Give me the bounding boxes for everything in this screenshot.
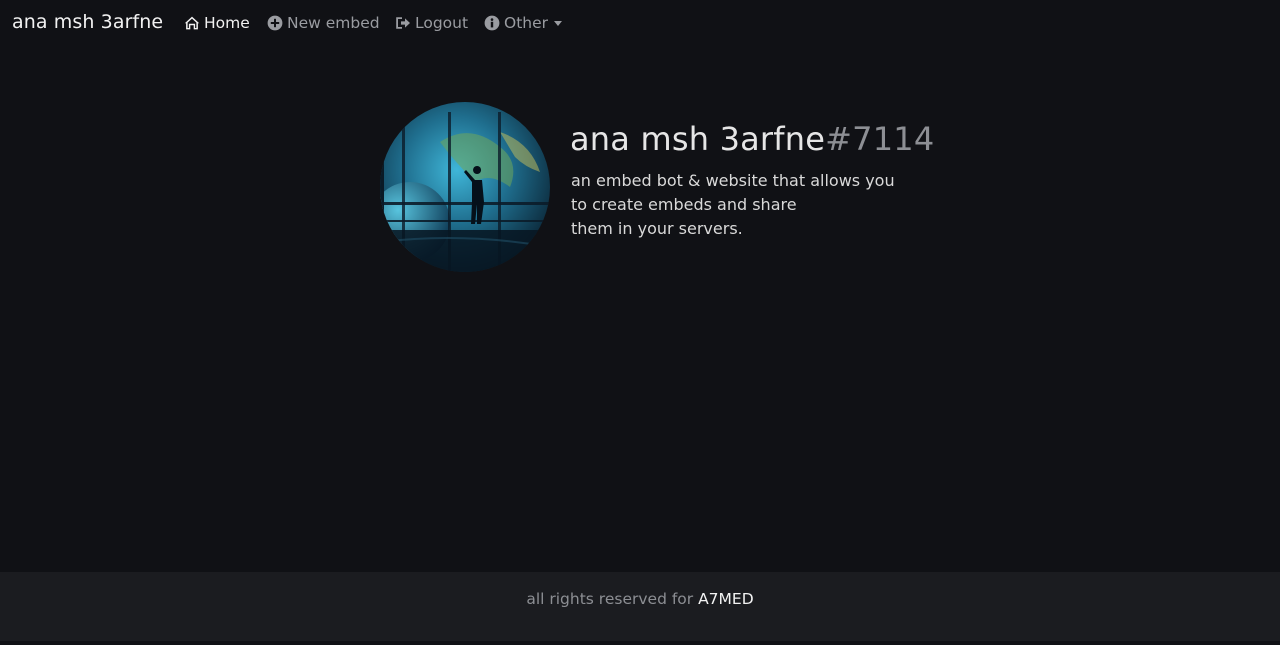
nav-logout-label: Logout xyxy=(415,14,469,32)
bio-line: to create embeds and share xyxy=(571,195,797,214)
plus-circle-icon xyxy=(267,15,283,31)
bottom-edge xyxy=(0,641,1280,645)
footer-text: all rights reserved for A7MED xyxy=(0,590,1280,608)
home-icon xyxy=(184,15,200,31)
profile-name: ana msh 3arfne xyxy=(570,120,826,158)
nav-home-label: Home xyxy=(204,14,250,32)
profile-username: ana msh 3arfne#7114 xyxy=(570,120,934,158)
nav-other-label: Other xyxy=(504,14,549,32)
brand-link[interactable]: ana msh 3arfne xyxy=(12,11,163,33)
chevron-down-icon xyxy=(554,21,563,26)
nav-new-embed[interactable]: New embed xyxy=(267,14,380,32)
bio-line: them in your servers. xyxy=(571,219,743,238)
info-circle-icon xyxy=(484,15,500,31)
avatar-image xyxy=(380,102,550,272)
profile-discriminator: #7114 xyxy=(825,120,935,158)
footer-prefix: all rights reserved for xyxy=(526,590,699,608)
navbar: ana msh 3arfne Home New embed Logout Oth… xyxy=(0,0,1280,48)
avatar xyxy=(380,102,550,272)
footer-author-link[interactable]: A7MED xyxy=(698,590,754,608)
nav-home[interactable]: Home xyxy=(184,14,250,32)
profile-card: ana msh 3arfne#7114 an embed bot & websi… xyxy=(380,102,940,272)
footer: all rights reserved for A7MED xyxy=(0,572,1280,641)
bio-line: an embed bot & website that allows you xyxy=(571,171,895,190)
nav-logout[interactable]: Logout xyxy=(395,14,468,32)
profile-bio: an embed bot & website that allows you t… xyxy=(571,169,895,241)
nav-new-embed-label: New embed xyxy=(287,14,380,32)
logout-icon xyxy=(395,15,411,31)
nav-other-dropdown[interactable]: Other xyxy=(484,14,563,32)
